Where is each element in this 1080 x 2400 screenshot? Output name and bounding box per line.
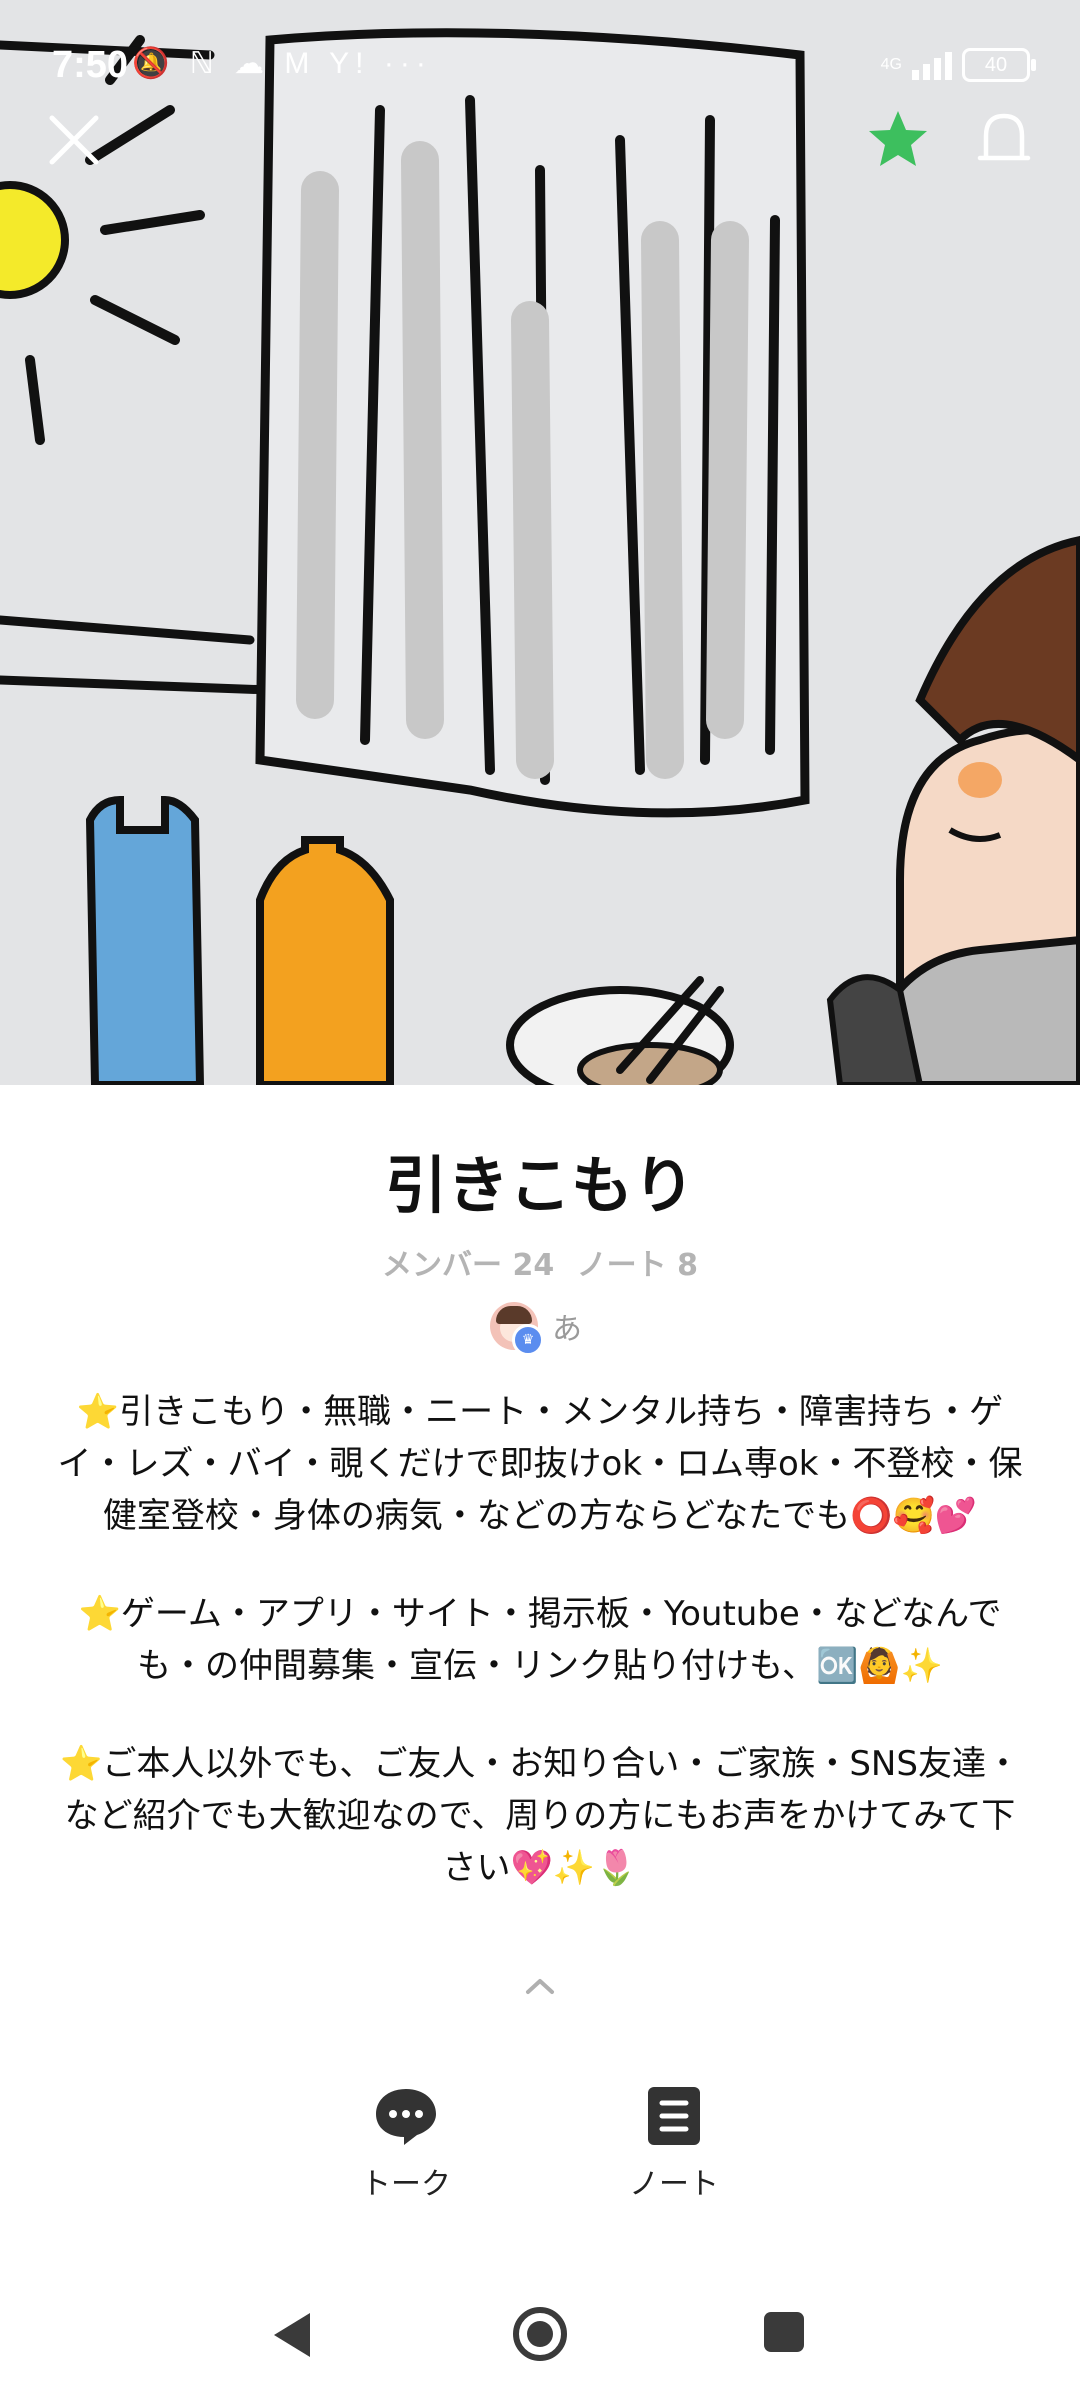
- bell-icon[interactable]: [976, 108, 1032, 170]
- star-icon[interactable]: [866, 108, 930, 170]
- home-icon[interactable]: [512, 2306, 568, 2362]
- description-paragraph: ⭐ご本人以外でも、ご友人・お知り合い・ご家族・SNS友達・など紹介でも大歓迎なの…: [60, 1744, 1020, 1888]
- note-count[interactable]: ノート 8: [577, 1248, 698, 1283]
- status-time: 7:50: [52, 44, 129, 86]
- back-icon[interactable]: [270, 2310, 314, 2360]
- chat-bubble-icon: [376, 2089, 436, 2145]
- group-title: 引きこもり: [384, 1149, 695, 1222]
- notification-icons: 🔕 ℕ ☁ M Y! ···: [132, 47, 432, 80]
- status-right: 4G 40: [880, 48, 1036, 82]
- tab-note[interactable]: ノート: [574, 2085, 774, 2203]
- description-fade: [0, 1880, 1080, 1980]
- network-type: 4G: [880, 56, 902, 73]
- system-nav-bar: [0, 2260, 1080, 2400]
- group-owner[interactable]: ♛ あ: [490, 1302, 582, 1356]
- chevron-up-icon[interactable]: [522, 1975, 558, 1997]
- tab-label: トーク: [361, 2167, 451, 2202]
- description-paragraph: ⭐ゲーム・アプリ・サイト・掲示板・Youtube・などなんでも・の仲間募集・宣伝…: [78, 1594, 1002, 1686]
- description-paragraph: ⭐引きこもり・無職・ニート・メンタル持ち・障害持ち・ゲイ・レズ・バイ・覗くだけで…: [57, 1392, 1023, 1536]
- tab-talk[interactable]: トーク: [306, 2085, 506, 2203]
- avatar: ♛: [490, 1302, 544, 1356]
- recent-apps-icon[interactable]: [762, 2310, 806, 2354]
- close-icon[interactable]: [46, 112, 102, 168]
- battery-icon: 40: [962, 48, 1036, 82]
- battery-level: 40: [984, 54, 1008, 76]
- crown-icon: ♛: [512, 1324, 544, 1356]
- note-icon: [648, 2087, 700, 2145]
- owner-name: あ: [552, 1312, 582, 1347]
- signal-icon: [912, 50, 952, 80]
- tab-label: ノート: [629, 2167, 719, 2202]
- group-counts: メンバー 24 ノート 8: [0, 1240, 1080, 1284]
- member-count[interactable]: メンバー 24: [382, 1248, 554, 1283]
